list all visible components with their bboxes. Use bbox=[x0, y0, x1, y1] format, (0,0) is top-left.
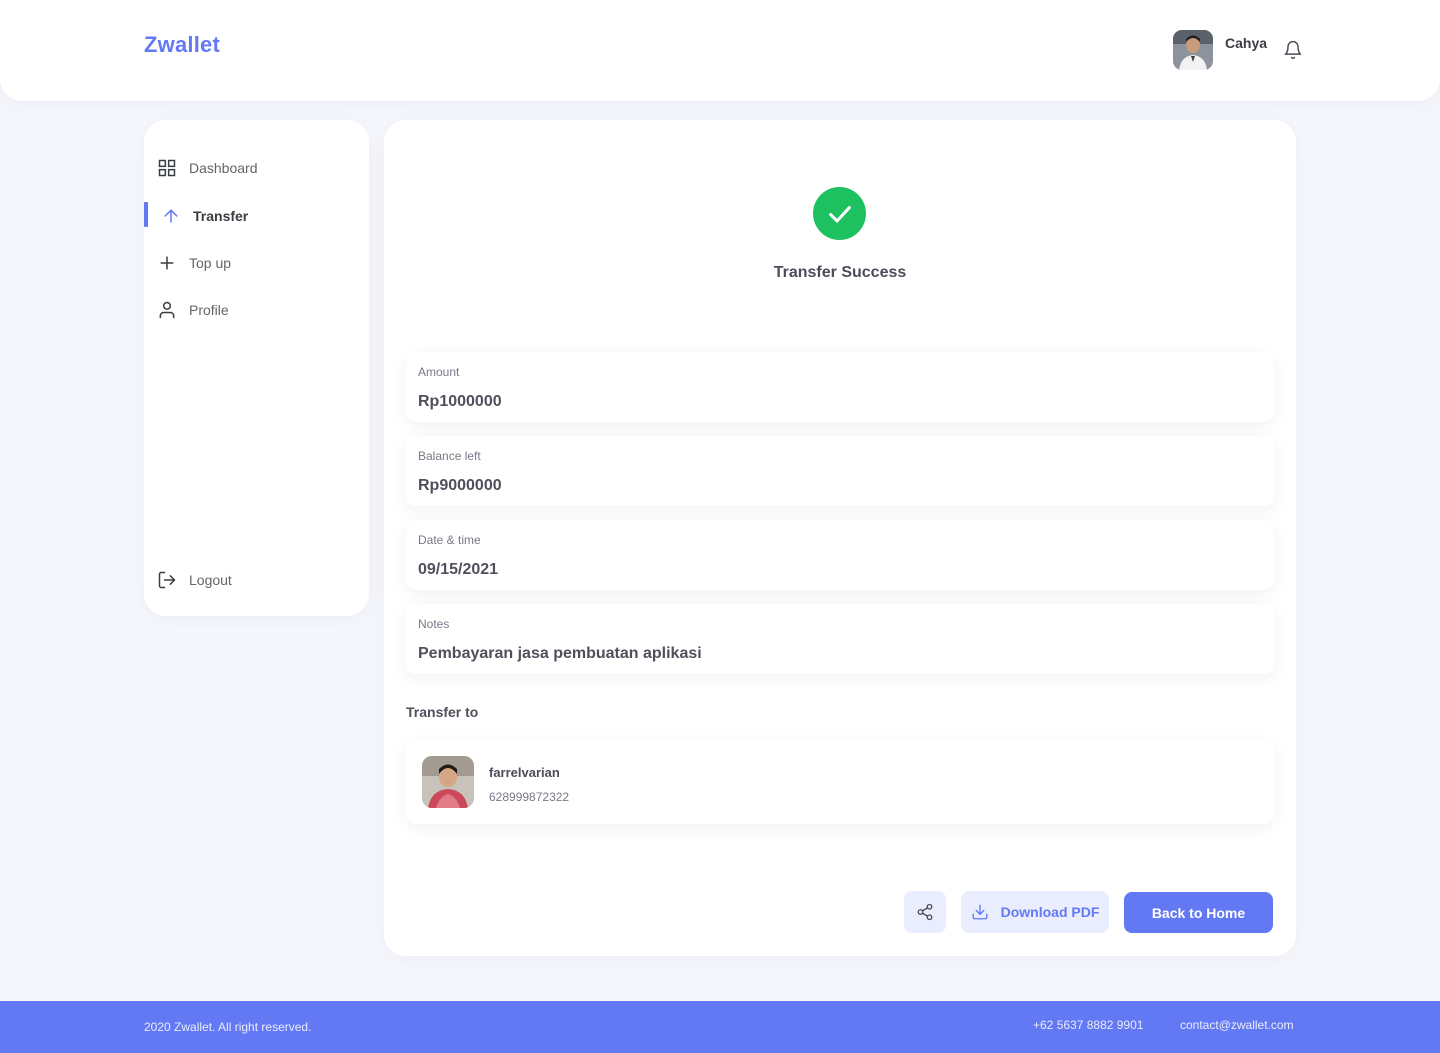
recipient-phone: 628999872322 bbox=[489, 790, 570, 804]
user-avatar[interactable] bbox=[1173, 30, 1213, 70]
detail-card-datetime: Date & time 09/15/2021 bbox=[406, 520, 1274, 590]
detail-value: Rp9000000 bbox=[418, 477, 502, 494]
download-pdf-label: Download PDF bbox=[1000, 904, 1100, 920]
footer-copyright: 2020 Zwallet. All right reserved. bbox=[144, 1020, 312, 1034]
share-icon bbox=[917, 903, 933, 921]
detail-label: Notes bbox=[418, 617, 450, 631]
sidebar-item-profile[interactable]: Profile bbox=[144, 297, 369, 323]
download-icon bbox=[972, 904, 988, 920]
sidebar-item-label: Top up bbox=[189, 255, 232, 271]
active-indicator bbox=[144, 202, 148, 227]
detail-card-balance: Balance left Rp9000000 bbox=[406, 436, 1274, 506]
user-area: Cahya bbox=[1173, 30, 1303, 70]
detail-label: Amount bbox=[418, 365, 460, 379]
detail-label: Balance left bbox=[418, 449, 481, 463]
recipient-avatar bbox=[422, 756, 474, 808]
sidebar-item-dashboard[interactable]: Dashboard bbox=[144, 155, 369, 181]
sidebar: Dashboard Transfer Top up Profile Logout bbox=[144, 120, 369, 616]
status-title: Transfer Success bbox=[773, 264, 907, 281]
detail-card-amount: Amount Rp1000000 bbox=[406, 352, 1274, 422]
share-button[interactable] bbox=[904, 891, 946, 933]
sidebar-item-transfer[interactable]: Transfer bbox=[144, 202, 369, 229]
detail-value: 09/15/2021 bbox=[418, 561, 499, 578]
user-name: Cahya bbox=[1225, 35, 1268, 51]
recipient-card: farrelvarian 628999872322 bbox=[406, 740, 1274, 824]
grid-icon bbox=[158, 159, 176, 177]
success-icon bbox=[813, 187, 866, 240]
footer: 2020 Zwallet. All right reserved. +62 56… bbox=[0, 1001, 1440, 1053]
detail-label: Date & time bbox=[418, 533, 481, 547]
detail-value: Pembayaran jasa pembuatan aplikasi bbox=[418, 645, 702, 662]
brand-logo[interactable]: Zwallet bbox=[144, 32, 220, 58]
back-to-home-button[interactable]: Back to Home bbox=[1124, 892, 1273, 933]
footer-email[interactable]: contact@zwallet.com bbox=[1180, 1018, 1294, 1032]
sidebar-item-label: Profile bbox=[189, 302, 229, 318]
transfer-result-panel: Transfer Success Amount Rp1000000 Balanc… bbox=[384, 120, 1296, 956]
user-icon bbox=[159, 301, 175, 319]
plus-icon bbox=[160, 256, 174, 270]
sidebar-item-label: Dashboard bbox=[189, 160, 258, 176]
logout-icon bbox=[158, 571, 176, 589]
top-navbar: Zwallet Cahya bbox=[0, 0, 1440, 101]
footer-phone[interactable]: +62 5637 8882 9901 bbox=[1033, 1018, 1143, 1032]
detail-card-notes: Notes Pembayaran jasa pembuatan aplikasi bbox=[406, 604, 1274, 674]
sidebar-item-label: Transfer bbox=[193, 208, 249, 224]
arrow-up-icon bbox=[164, 209, 178, 223]
logout-label: Logout bbox=[189, 572, 232, 588]
detail-value: Rp1000000 bbox=[418, 393, 502, 410]
transfer-to-heading: Transfer to bbox=[406, 704, 479, 720]
download-pdf-button[interactable]: Download PDF bbox=[961, 891, 1109, 933]
sidebar-item-logout[interactable]: Logout bbox=[144, 567, 369, 593]
sidebar-item-topup[interactable]: Top up bbox=[144, 250, 369, 276]
recipient-name: farrelvarian bbox=[489, 765, 560, 780]
bell-icon[interactable] bbox=[1283, 40, 1303, 60]
